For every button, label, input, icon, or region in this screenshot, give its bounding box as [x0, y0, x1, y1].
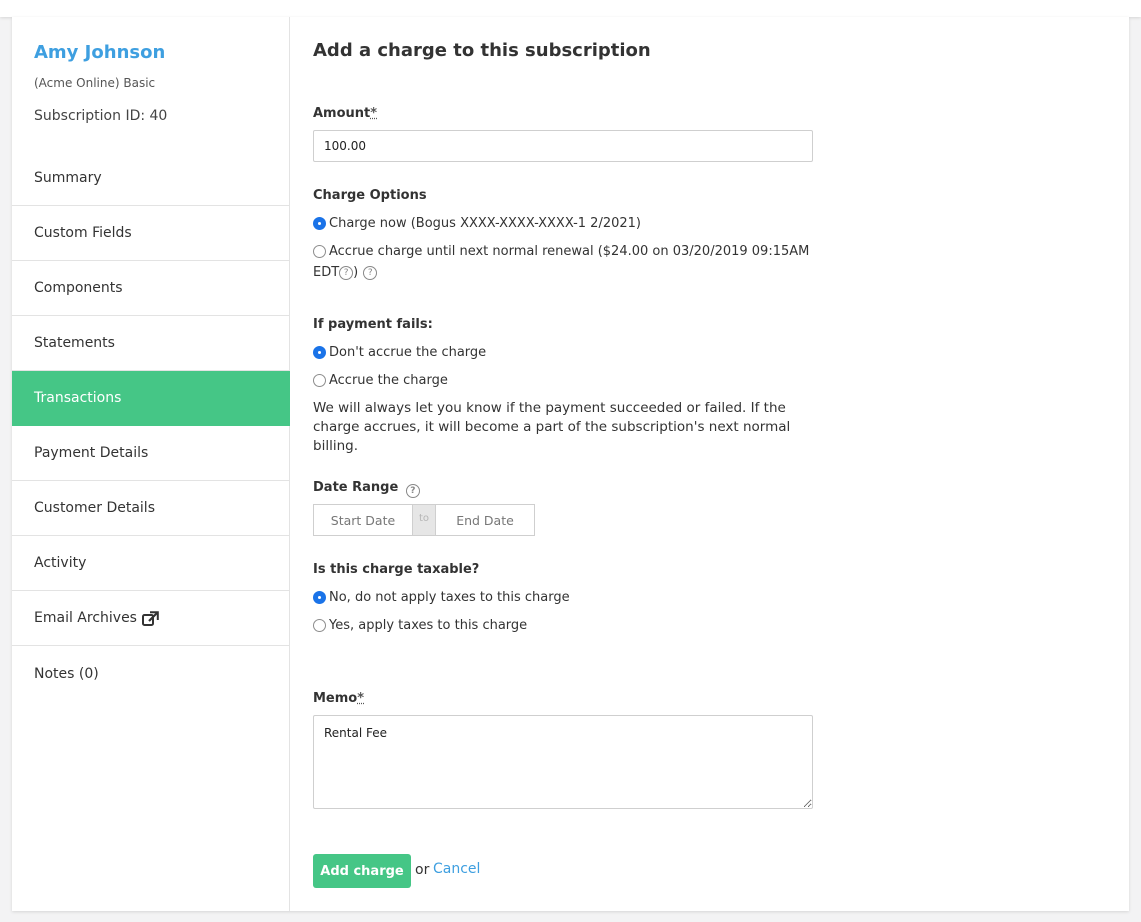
amount-label: Amount*	[313, 106, 377, 121]
sidebar-item-label: Custom Fields	[34, 225, 132, 241]
no-taxes-radio[interactable]	[313, 591, 326, 604]
sidebar: Amy Johnson (Acme Online) Basic Subscrip…	[12, 17, 290, 911]
sidebar-nav: Summary Custom Fields Components Stateme…	[12, 151, 290, 701]
charge-now-radio[interactable]	[313, 217, 326, 230]
no-taxes-option[interactable]: No, do not apply taxes to this charge	[313, 590, 570, 605]
accrue-label: Accrue the charge	[329, 373, 448, 388]
accrue-label-continued: EDT	[313, 265, 340, 280]
sidebar-item-label: Transactions	[34, 390, 122, 406]
sidebar-item-label: Payment Details	[34, 445, 149, 461]
sidebar-item-label: Customer Details	[34, 500, 155, 516]
sidebar-item-email-archives[interactable]: Email Archives	[12, 591, 290, 646]
or-text: or	[415, 862, 430, 878]
sidebar-item-notes[interactable]: Notes (0)	[12, 646, 290, 701]
date-range-separator: to	[413, 504, 435, 536]
no-taxes-label: No, do not apply taxes to this charge	[329, 590, 570, 605]
required-mark: *	[357, 691, 365, 706]
amount-input[interactable]	[313, 130, 813, 162]
plan-name: (Acme Online) Basic	[34, 76, 156, 90]
page-title: Add a charge to this subscription	[313, 40, 651, 61]
payment-fails-note: We will always let you know if the payme…	[313, 400, 791, 454]
apply-taxes-radio[interactable]	[313, 619, 326, 632]
sidebar-item-label: Notes (0)	[34, 665, 99, 682]
amount-label-text: Amount	[313, 106, 371, 121]
apply-taxes-label: Yes, apply taxes to this charge	[329, 618, 528, 633]
dont-accrue-label: Don't accrue the charge	[329, 345, 487, 360]
customer-name-link[interactable]: Amy Johnson	[34, 42, 165, 63]
sidebar-item-components[interactable]: Components	[12, 261, 290, 316]
sidebar-item-activity[interactable]: Activity	[12, 536, 290, 591]
apply-taxes-option[interactable]: Yes, apply taxes to this charge	[313, 618, 527, 633]
charge-now-label: Charge now (Bogus XXXX-XXXX-XXXX-1 2/202…	[329, 216, 641, 231]
sidebar-item-statements[interactable]: Statements	[12, 316, 290, 371]
accrue-option[interactable]: Accrue the charge	[313, 373, 448, 388]
charge-options-label: Charge Options	[313, 188, 427, 203]
taxable-label: Is this charge taxable?	[313, 562, 480, 577]
subscription-card: Amy Johnson (Acme Online) Basic Subscrip…	[12, 17, 1129, 911]
external-link-icon	[141, 610, 159, 626]
required-mark: *	[370, 106, 378, 121]
end-date-input[interactable]: End Date	[435, 504, 535, 536]
sidebar-item-label: Activity	[34, 555, 87, 571]
accrue-radio[interactable]	[313, 374, 326, 387]
question-circle-icon[interactable]: ?	[405, 484, 420, 498]
memo-label-text: Memo	[313, 691, 358, 706]
accrue-until-renewal-radio[interactable]	[313, 245, 326, 258]
accrue-until-renewal-label: Accrue charge until next normal renewal …	[329, 244, 810, 259]
dont-accrue-radio[interactable]	[313, 346, 326, 359]
memo-label: Memo*	[313, 691, 364, 706]
memo-textarea[interactable]: Rental Fee	[313, 715, 813, 809]
accrue-until-renewal-option[interactable]: Accrue charge until next normal renewal …	[313, 244, 809, 259]
date-range-label: Date Range ?	[313, 480, 420, 498]
question-circle-icon[interactable]: ?	[363, 265, 378, 280]
sidebar-item-customer-details[interactable]: Customer Details	[12, 481, 290, 536]
charge-now-option[interactable]: Charge now (Bogus XXXX-XXXX-XXXX-1 2/202…	[313, 216, 641, 231]
top-bar	[0, 0, 1141, 17]
sidebar-item-label: Email Archives	[34, 610, 137, 626]
sidebar-item-custom-fields[interactable]: Custom Fields	[12, 206, 290, 261]
subscription-id: Subscription ID: 40	[34, 108, 168, 124]
sidebar-item-label: Components	[34, 280, 123, 296]
date-range-label-text: Date Range	[313, 480, 399, 495]
payment-fails-label: If payment fails:	[313, 317, 433, 332]
accrue-until-renewal-label-cont: EDT ?) ?	[313, 265, 378, 280]
cancel-link[interactable]: Cancel	[433, 861, 480, 877]
start-date-input[interactable]: Start Date	[313, 504, 413, 536]
add-charge-button[interactable]: Add charge	[313, 854, 411, 888]
sidebar-item-label: Summary	[34, 170, 102, 186]
sidebar-item-payment-details[interactable]: Payment Details	[12, 426, 290, 481]
sidebar-item-label: Statements	[34, 335, 115, 351]
sidebar-item-transactions[interactable]: Transactions	[12, 371, 290, 426]
sidebar-item-summary[interactable]: Summary	[12, 151, 290, 206]
question-circle-icon[interactable]: ?	[339, 265, 354, 280]
dont-accrue-option[interactable]: Don't accrue the charge	[313, 345, 486, 360]
